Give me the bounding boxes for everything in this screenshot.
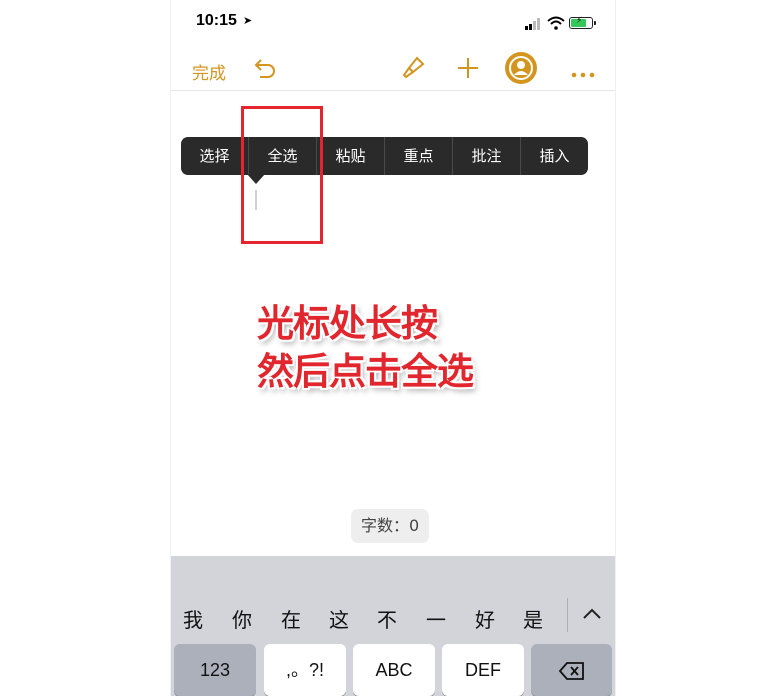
candidate-divider — [567, 598, 568, 632]
menu-item-comment[interactable]: 批注 — [453, 137, 521, 175]
key-punctuation[interactable]: ,。?! — [264, 644, 346, 696]
annotation-caption: 光标处长按 然后点击全选 — [257, 300, 474, 396]
menu-item-insert[interactable]: 插入 — [521, 137, 588, 175]
highlight-box — [241, 106, 323, 244]
cellular-signal-icon — [525, 18, 541, 30]
paintbrush-icon[interactable] — [400, 55, 426, 81]
wifi-icon — [547, 15, 565, 30]
candidate-word[interactable]: 在 — [281, 604, 301, 633]
candidate-word[interactable]: 不 — [377, 604, 397, 633]
candidate-word[interactable]: 好 — [475, 604, 495, 633]
word-count-badge[interactable]: 字数：0 — [351, 509, 430, 543]
menu-item-select[interactable]: 选择 — [181, 137, 249, 175]
key-abc[interactable]: ABC — [353, 644, 435, 696]
key-def[interactable]: DEF — [442, 644, 524, 696]
keyboard: 我 你 在 这 不 一 好 是 123 ,。?! ABC DEF — [171, 556, 615, 696]
backspace-icon — [558, 660, 585, 681]
menu-item-paste[interactable]: 粘贴 — [317, 137, 385, 175]
status-time: 10:15 — [196, 12, 237, 29]
candidate-word[interactable]: 我 — [183, 604, 203, 633]
undo-icon[interactable] — [251, 56, 277, 80]
candidate-word[interactable]: 是 — [523, 604, 543, 633]
more-icon[interactable] — [570, 64, 596, 78]
candidate-word[interactable]: 一 — [426, 604, 446, 633]
collaborate-icon[interactable] — [504, 51, 538, 85]
key-123[interactable]: 123 — [174, 644, 256, 696]
annotation-line-2: 然后点击全选 — [257, 350, 474, 393]
candidate-word[interactable]: 你 — [232, 604, 252, 633]
battery-charging-icon: ⚡ — [569, 16, 596, 29]
menu-item-highlight[interactable]: 重点 — [385, 137, 453, 175]
toolbar: 完成 — [171, 48, 615, 91]
candidate-word[interactable]: 这 — [329, 604, 349, 633]
annotation-line-1: 光标处长按 — [257, 302, 438, 345]
status-bar: 10:15 ➤ ⚡ — [171, 10, 615, 36]
done-button[interactable]: 完成 — [192, 59, 226, 84]
chevron-up-icon[interactable] — [581, 606, 603, 620]
backspace-key[interactable] — [531, 644, 612, 696]
phone-screen: 10:15 ➤ ⚡ 完成 选择 全选 粘贴 重点 批注 插入 光标处长按 然后点… — [170, 0, 616, 696]
location-arrow-icon: ➤ — [243, 14, 253, 27]
plus-icon[interactable] — [455, 55, 481, 81]
candidate-bar: 我 你 在 这 不 一 好 是 — [171, 594, 615, 642]
